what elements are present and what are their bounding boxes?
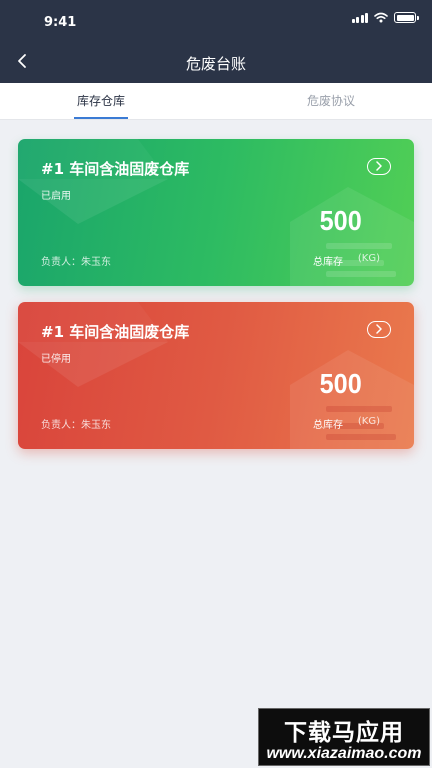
card-detail-button[interactable] <box>367 158 391 175</box>
inventory-value: 500 <box>319 368 362 399</box>
warehouse-card[interactable]: #1 车间含油固废仓库 已停用 500 负责人：朱玉东 总库存 (KG) <box>18 302 414 449</box>
tab-active-indicator <box>74 117 128 119</box>
card-detail-button[interactable] <box>367 321 391 338</box>
page-title: 危废台账 <box>185 55 246 73</box>
total-inventory-label: 总库存 <box>313 420 343 431</box>
unit-label: (KG) <box>357 416 380 427</box>
tab-bar: 库存仓库 危废协议 <box>0 83 432 120</box>
battery-icon <box>394 12 419 23</box>
total-inventory-label: 总库存 <box>313 257 343 268</box>
status-time: 9:41 <box>44 15 77 30</box>
warehouse-card[interactable]: #1 车间含油固废仓库 已启用 500 负责人：朱玉东 总库存 (KG) <box>18 139 414 286</box>
inventory-value: 500 <box>319 205 362 236</box>
warehouse-status: 已启用 <box>41 191 71 202</box>
signal-icon <box>351 12 368 23</box>
warehouse-title: #1 车间含油固废仓库 <box>41 323 190 341</box>
watermark-logo: 下载马应用 www.xiazaimao.com <box>258 708 430 766</box>
tab-inventory-warehouse[interactable]: 库存仓库 <box>54 83 148 120</box>
manager-label: 负责人：朱玉东 <box>41 257 111 268</box>
chevron-right-icon <box>376 161 382 171</box>
chevron-right-icon <box>376 324 382 334</box>
manager-label: 负责人：朱玉东 <box>41 420 111 431</box>
status-icons <box>351 12 419 23</box>
watermark-title: 下载马应用 <box>284 720 404 746</box>
wifi-icon <box>374 12 388 23</box>
warehouse-title: #1 车间含油固废仓库 <box>41 160 190 178</box>
tab-hazwaste-agreement[interactable]: 危废协议 <box>284 83 378 120</box>
watermark-url: www.xiazaimao.com <box>266 745 422 762</box>
unit-label: (KG) <box>357 253 380 264</box>
top-bar: 9:41 危废台账 <box>0 0 432 83</box>
warehouse-status: 已停用 <box>41 354 71 365</box>
